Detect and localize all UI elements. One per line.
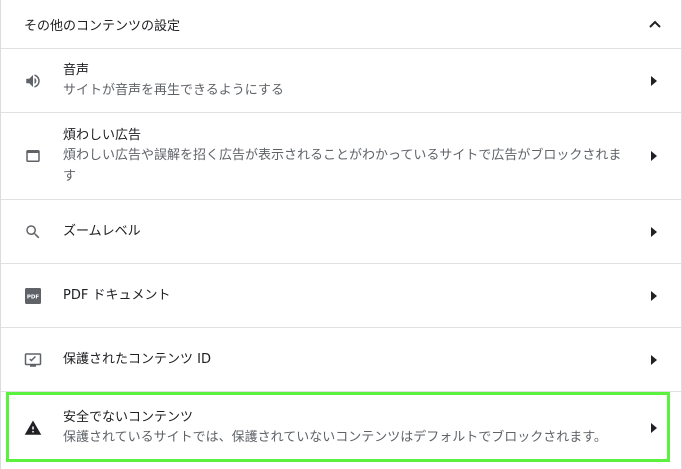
- intrusive-ads-setting-text: 煩わしい広告 煩わしい広告や誤解を招く広告が表示されることがわかっているサイトで…: [63, 126, 631, 187]
- chevron-right-icon[interactable]: [651, 422, 657, 433]
- chevron-right-icon[interactable]: [651, 226, 657, 237]
- pdf-icon-text: PDF: [27, 294, 40, 300]
- sound-description: サイトが音声を再生できるようにする: [63, 82, 284, 98]
- pdf-icon: PDF: [22, 285, 44, 307]
- search-icon: [22, 221, 44, 243]
- sound-setting-text: 音声 サイトが音声を再生できるようにする: [63, 61, 631, 101]
- pdf-documents-label: PDF ドキュメント: [63, 288, 171, 303]
- sound-label: 音声: [63, 62, 90, 78]
- intrusive-ads-label: 煩わしい広告: [63, 127, 142, 143]
- window-icon: [22, 145, 44, 167]
- chevron-right-icon[interactable]: [651, 75, 657, 86]
- content-settings-panel: その他のコンテンツの設定 音声 サイトが音声を再生できるようにする 煩わしい広告…: [0, 0, 682, 469]
- protected-content-setting-row[interactable]: 保護されたコンテンツ ID: [1, 327, 681, 391]
- protected-content-icon: [22, 349, 44, 371]
- insecure-content-label: 安全でないコンテンツ: [63, 409, 194, 425]
- zoom-level-setting-text: ズームレベル: [63, 222, 631, 241]
- pdf-documents-setting-text: PDF ドキュメント: [63, 286, 631, 305]
- zoom-level-label: ズームレベル: [63, 224, 141, 239]
- insecure-content-setting-row[interactable]: 安全でないコンテンツ 保護されているサイトでは、保護されていないコンテンツはデフ…: [1, 391, 681, 463]
- sound-setting-row[interactable]: 音声 サイトが音声を再生できるようにする: [1, 48, 681, 112]
- insecure-content-setting-text: 安全でないコンテンツ 保護されているサイトでは、保護されていないコンテンツはデフ…: [63, 408, 631, 448]
- additional-content-settings-header[interactable]: その他のコンテンツの設定: [1, 0, 681, 48]
- section-title: その他のコンテンツの設定: [24, 18, 181, 34]
- chevron-right-icon[interactable]: [651, 290, 657, 301]
- protected-content-label: 保護されたコンテンツ ID: [63, 352, 211, 367]
- chevron-right-icon[interactable]: [651, 151, 657, 161]
- chevron-up-icon[interactable]: [649, 20, 661, 28]
- insecure-content-description: 保護されているサイトでは、保護されていないコンテンツはデフォルトでブロックされま…: [63, 429, 607, 445]
- chevron-right-icon[interactable]: [651, 354, 657, 365]
- intrusive-ads-description: 煩わしい広告や誤解を招く広告が表示されることがわかっているサイトで広告がブロック…: [63, 147, 622, 184]
- zoom-level-setting-row[interactable]: ズームレベル: [1, 199, 681, 263]
- pdf-documents-setting-row[interactable]: PDF PDF ドキュメント: [1, 263, 681, 327]
- volume-icon: [22, 70, 44, 92]
- intrusive-ads-setting-row[interactable]: 煩わしい広告 煩わしい広告や誤解を招く広告が表示されることがわかっているサイトで…: [1, 112, 681, 199]
- warning-icon: [22, 417, 44, 439]
- protected-content-setting-text: 保護されたコンテンツ ID: [63, 350, 631, 369]
